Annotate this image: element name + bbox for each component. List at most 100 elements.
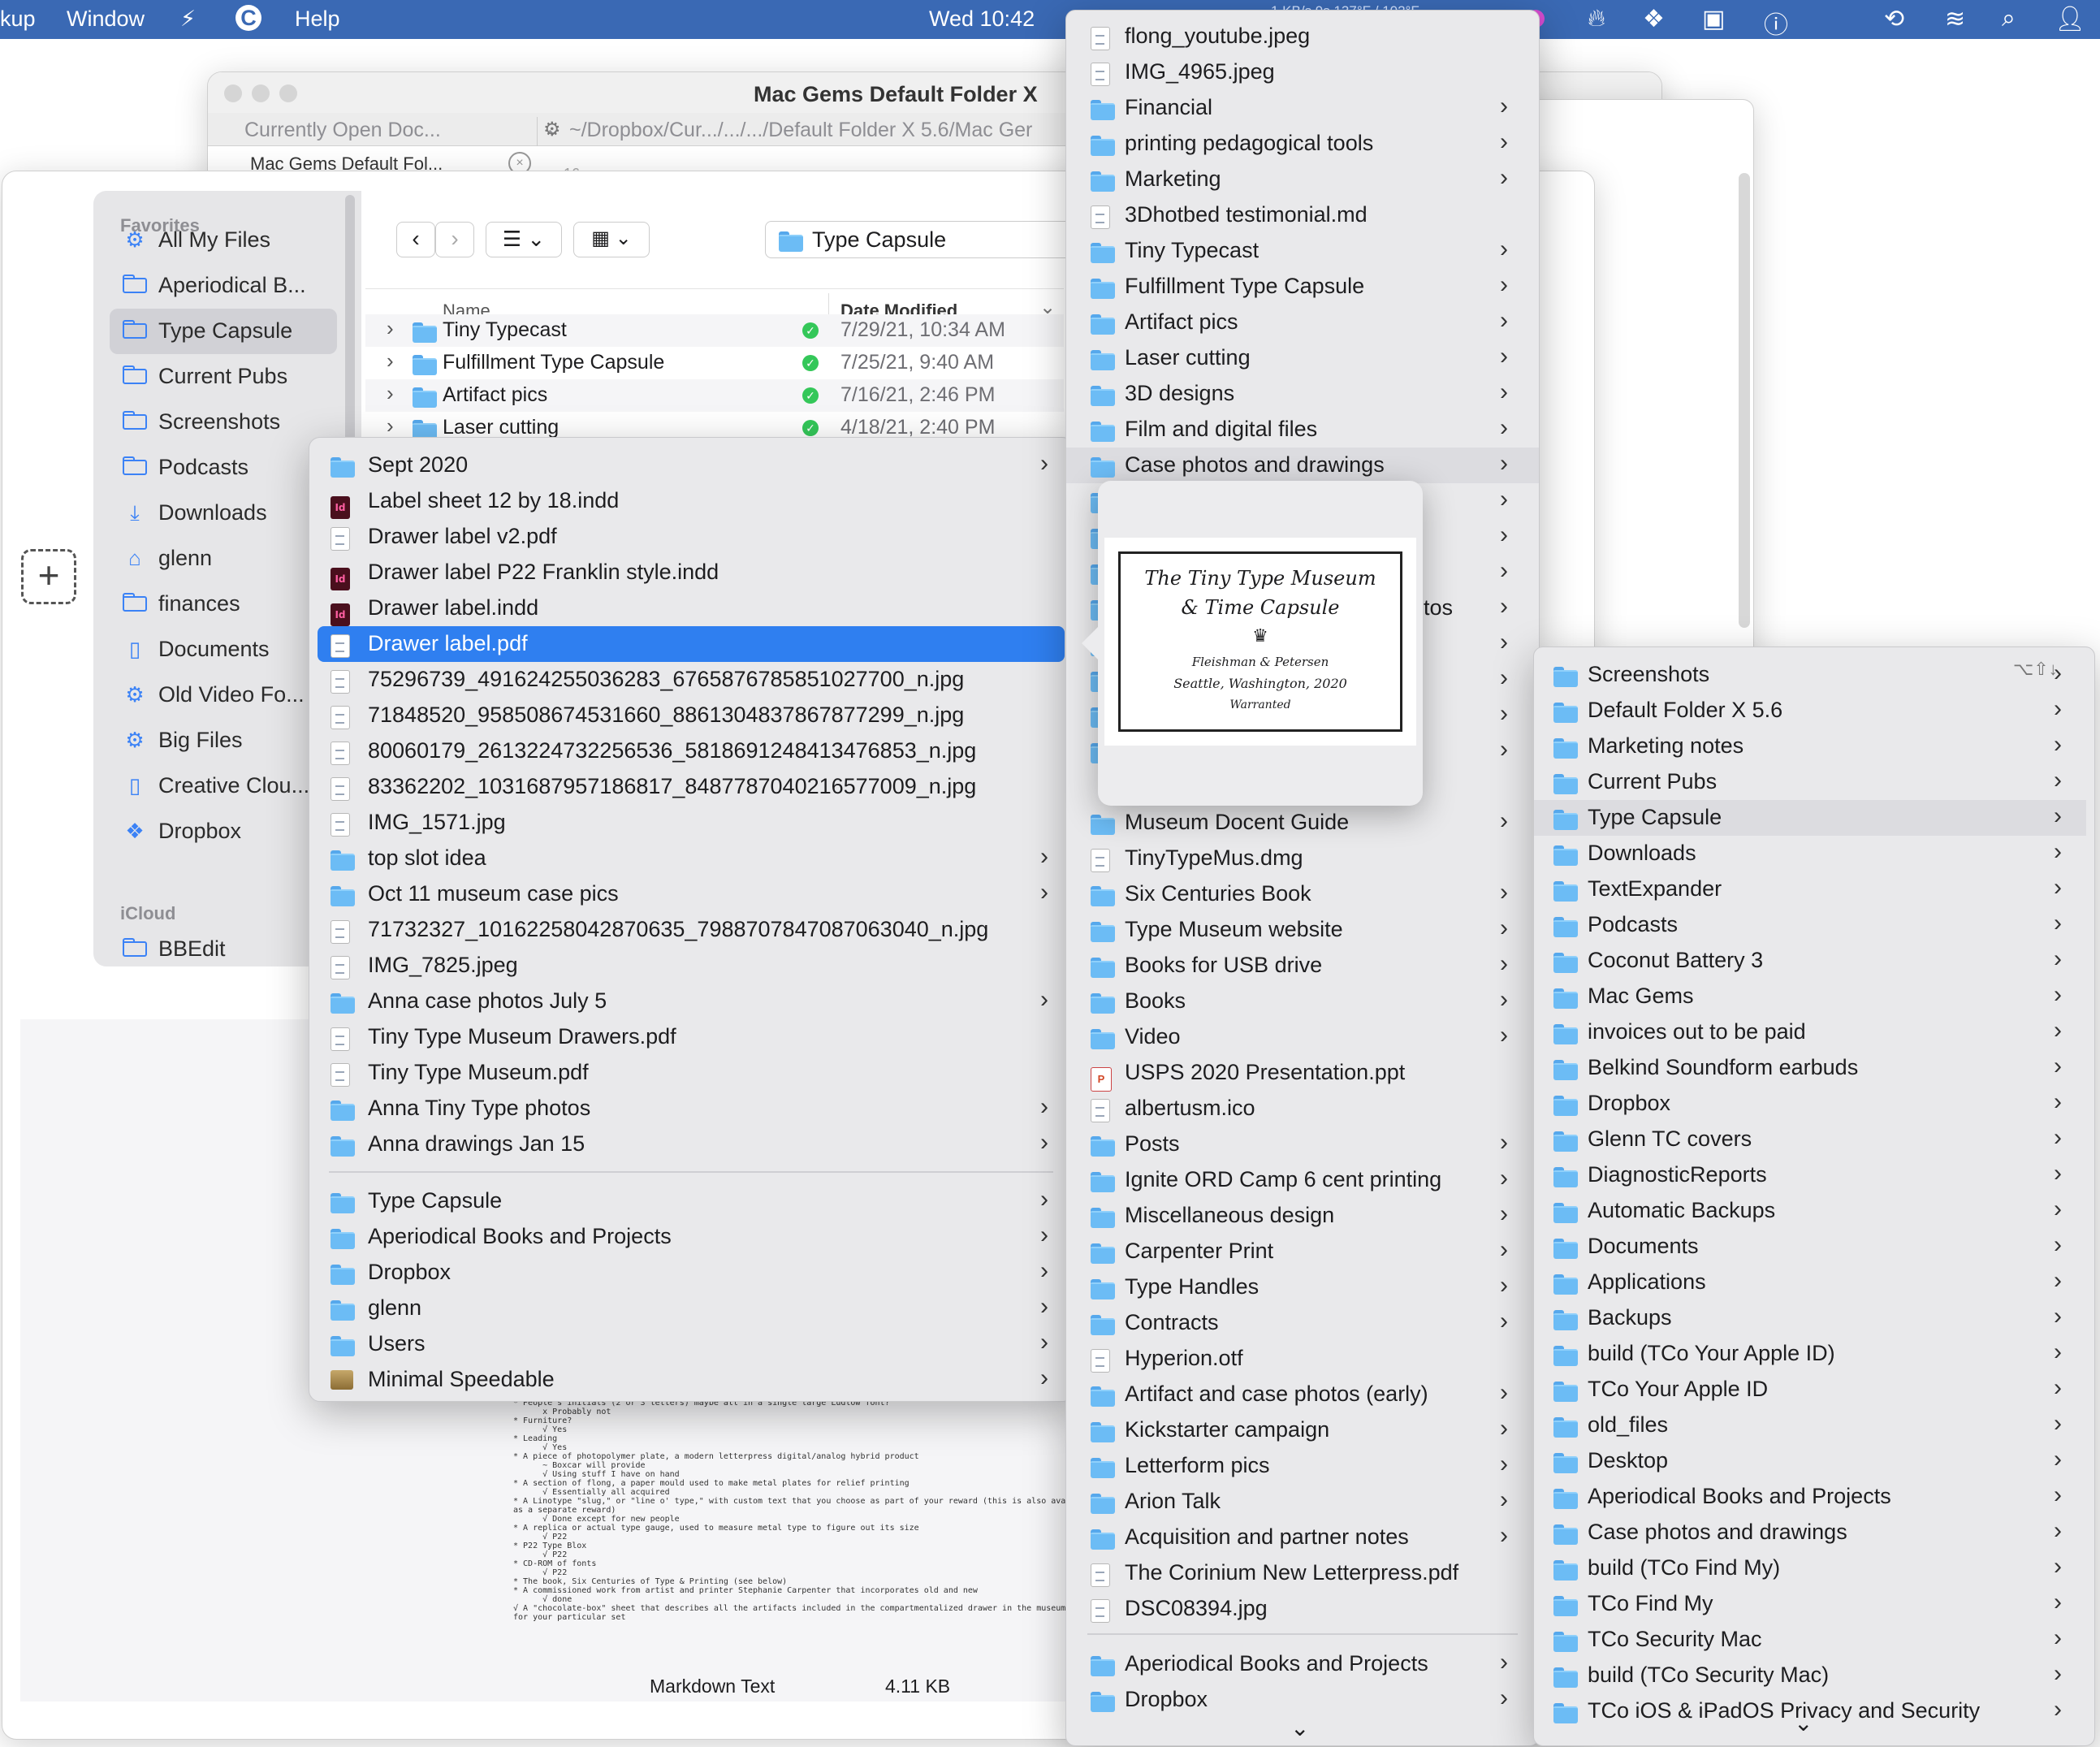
- menu-item-glenn[interactable]: glenn ›: [309, 1291, 1073, 1326]
- menu-item-anna-tiny-type-photos[interactable]: Anna Tiny Type photos ›: [309, 1091, 1073, 1126]
- menu-item-the-corinium-new-letterpress-pdf[interactable]: The Corinium New Letterpress.pdf: [1066, 1555, 1539, 1591]
- menu-item-albertusm-ico[interactable]: albertusm.ico: [1066, 1091, 1539, 1126]
- menu-item-help[interactable]: Help: [295, 6, 340, 32]
- menu-item-3dhotbed-testimonial-md[interactable]: 3Dhotbed testimonial.md: [1066, 197, 1539, 233]
- menu-item-flong-youtube-jpeg[interactable]: flong_youtube.jpeg: [1066, 19, 1539, 54]
- menu-item-aperiodical-books-and-projects[interactable]: Aperiodical Books and Projects ›: [309, 1219, 1073, 1255]
- menu-item-mac-gems[interactable]: Mac Gems ›: [1534, 979, 2086, 1014]
- menu-item-letterform-pics[interactable]: Letterform pics ›: [1066, 1448, 1539, 1484]
- menu-item-tco-your-apple-id[interactable]: TCo Your Apple ID ›: [1534, 1372, 2086, 1408]
- menu-item-dropbox[interactable]: Dropbox ›: [309, 1255, 1073, 1291]
- sidebar-item-finances[interactable]: finances: [110, 582, 337, 627]
- menu-item-books[interactable]: Books ›: [1066, 984, 1539, 1019]
- menu-item-default-folder-x-5-6[interactable]: Default Folder X 5.6 ›: [1534, 693, 2086, 729]
- gear-icon[interactable]: ⚙: [543, 118, 561, 141]
- menu-item-marketing-notes[interactable]: Marketing notes ›: [1534, 729, 2086, 764]
- menu-item-laser-cutting[interactable]: Laser cutting ›: [1066, 340, 1539, 376]
- menu-item-img-7825-jpeg[interactable]: IMG_7825.jpeg: [309, 948, 1073, 984]
- menu-item-drawer-label-p22-franklin-style-indd[interactable]: Id Drawer label P22 Franklin style.indd: [309, 555, 1073, 590]
- menu-item-drawer-label-v2-pdf[interactable]: Drawer label v2.pdf: [309, 519, 1073, 555]
- add-sidebar-icon[interactable]: +: [21, 549, 76, 604]
- menu-item-acquisition-and-partner-notes[interactable]: Acquisition and partner notes ›: [1066, 1520, 1539, 1555]
- menu-item-71732327-10162258042870635-7988707847087063040-n-jpg[interactable]: 71732327_10162258042870635_7988707847087…: [309, 912, 1073, 948]
- menu-item-build-tco-find-my[interactable]: build (TCo Find My) ›: [1534, 1550, 2086, 1586]
- menu-item-diagnosticreports[interactable]: DiagnosticReports ›: [1534, 1157, 2086, 1193]
- menu-item-tiny-type-museum-drawers-pdf[interactable]: Tiny Type Museum Drawers.pdf: [309, 1019, 1073, 1055]
- menu-item-usps-2020-presentation-ppt[interactable]: P USPS 2020 Presentation.ppt: [1066, 1055, 1539, 1092]
- menu-item-six-centuries-book[interactable]: Six Centuries Book ›: [1066, 876, 1539, 912]
- minimize-button[interactable]: [252, 84, 270, 102]
- location-popup[interactable]: Type Capsule: [765, 221, 1091, 258]
- menu-item-downloads[interactable]: Downloads ›: [1534, 836, 2086, 871]
- menu-item-screenshots[interactable]: Screenshots ›: [1534, 657, 2086, 693]
- menu-item-old-files[interactable]: old_files ›: [1534, 1408, 2086, 1443]
- menu-item-books-for-usb-drive[interactable]: Books for USB drive ›: [1066, 948, 1539, 984]
- menu-item-sept-2020[interactable]: Sept 2020 ›: [309, 448, 1073, 483]
- menu-item-artifact-and-case-photos-early[interactable]: Artifact and case photos (early) ›: [1066, 1377, 1539, 1412]
- menu-item-fulfillment-type-capsule[interactable]: Fulfillment Type Capsule ›: [1066, 269, 1539, 305]
- search-icon[interactable]: ⌕: [2002, 5, 2016, 32]
- back-button[interactable]: ‹: [396, 222, 435, 257]
- menu-item-case-photos-and-drawings[interactable]: Case photos and drawings ›: [1534, 1515, 2086, 1550]
- path-field[interactable]: ~/Dropbox/Cur.../.../.../Default Folder …: [569, 119, 1032, 142]
- sidebar-item-podcasts[interactable]: Podcasts: [110, 445, 337, 491]
- close-button[interactable]: [224, 84, 242, 102]
- menu-item-printing-pedagogical-tools[interactable]: printing pedagogical tools ›: [1066, 126, 1539, 162]
- menu-item-type-capsule[interactable]: Type Capsule ›: [309, 1183, 1073, 1219]
- menu-item-miscellaneous-design[interactable]: Miscellaneous design ›: [1066, 1198, 1539, 1234]
- menu-item-users[interactable]: Users ›: [309, 1326, 1073, 1362]
- menu-item-desktop[interactable]: Desktop ›: [1534, 1443, 2086, 1479]
- dropbox-menu-icon[interactable]: ❖: [1643, 5, 1665, 33]
- menu-item-case-photos-and-drawings[interactable]: Case photos and drawings ›: [1066, 448, 1539, 483]
- sidebar-item-big-files[interactable]: ⚙ Big Files: [110, 718, 337, 763]
- clock[interactable]: Wed 10:42: [929, 6, 1035, 32]
- menu-item-posts[interactable]: Posts ›: [1066, 1126, 1539, 1162]
- table-row[interactable]: › Artifact pics ✓ 7/16/21, 2:46 PM: [365, 379, 1064, 412]
- menu-item-documents[interactable]: Documents ›: [1534, 1229, 2086, 1265]
- menu-item-contracts[interactable]: Contracts ›: [1066, 1305, 1539, 1341]
- menu-item-podcasts[interactable]: Podcasts ›: [1534, 907, 2086, 943]
- menu-item-coconut-battery-3[interactable]: Coconut Battery 3 ›: [1534, 943, 2086, 979]
- menu-item-label-sheet-12-by-18-indd[interactable]: Id Label sheet 12 by 18.indd: [309, 483, 1073, 519]
- menu-item-tco-find-my[interactable]: TCo Find My ›: [1534, 1586, 2086, 1622]
- menu-item-aperiodical-books-and-projects[interactable]: Aperiodical Books and Projects ›: [1066, 1646, 1539, 1682]
- menu-item-type-handles[interactable]: Type Handles ›: [1066, 1269, 1539, 1305]
- table-row[interactable]: › Fulfillment Type Capsule ✓ 7/25/21, 9:40 …: [365, 347, 1064, 379]
- menu-item-drawer-label-pdf[interactable]: Drawer label.pdf: [318, 626, 1065, 662]
- time-machine-icon[interactable]: ⟲: [1884, 5, 1904, 33]
- sidebar-item-all-my-files[interactable]: ⚙ All My Files: [110, 218, 337, 263]
- menu-item-anna-drawings-jan-15[interactable]: Anna drawings Jan 15 ›: [309, 1126, 1073, 1162]
- menu-item-current-pubs[interactable]: Current Pubs ›: [1534, 764, 2086, 800]
- table-row[interactable]: › Tiny Typecast ✓ 7/29/21, 10:34 AM: [365, 314, 1064, 347]
- menu-item-anna-case-photos-july-5[interactable]: Anna case photos July 5 ›: [309, 984, 1073, 1019]
- menu-item-film-and-digital-files[interactable]: Film and digital files ›: [1066, 412, 1539, 448]
- menu-item-img-1571-jpg[interactable]: IMG_1571.jpg: [309, 805, 1073, 841]
- sidebar-item-current-pubs[interactable]: Current Pubs: [110, 354, 337, 400]
- grid-view-button[interactable]: ▦ ⌄: [573, 222, 650, 257]
- menu-item-build-tco-your-apple-id[interactable]: build (TCo Your Apple ID) ›: [1534, 1336, 2086, 1372]
- menu-item-aperiodical-books-and-projects[interactable]: Aperiodical Books and Projects ›: [1534, 1479, 2086, 1515]
- menu-item-museum-docent-guide[interactable]: Museum Docent Guide ›: [1066, 805, 1539, 841]
- sidebar-item-bbedit[interactable]: BBEdit: [110, 927, 337, 972]
- menu-item-83362202-1031687957186817-8487787040216577009-n-jpg[interactable]: 83362202_1031687957186817_84877870402165…: [309, 769, 1073, 805]
- c-app-icon[interactable]: C: [235, 5, 261, 31]
- menu-item-automatic-backups[interactable]: Automatic Backups ›: [1534, 1193, 2086, 1229]
- menu-item-type-museum-website[interactable]: Type Museum website ›: [1066, 912, 1539, 948]
- menu-item-oct-11-museum-case-pics[interactable]: Oct 11 museum case pics ›: [309, 876, 1073, 912]
- menu-item-artifact-pics[interactable]: Artifact pics ›: [1066, 305, 1539, 340]
- list-view-button[interactable]: ☰ ⌄: [486, 222, 562, 257]
- menu-item-tco-security-mac[interactable]: TCo Security Mac ›: [1534, 1622, 2086, 1658]
- menu-item-tinytypemus-dmg[interactable]: TinyTypeMus.dmg: [1066, 841, 1539, 876]
- sidebar-item-type-capsule[interactable]: Type Capsule: [110, 309, 337, 354]
- menu-item-glenn-tc-covers[interactable]: Glenn TC covers ›: [1534, 1122, 2086, 1157]
- menu-item-video[interactable]: Video ›: [1066, 1019, 1539, 1055]
- disclosure-triangle-icon[interactable]: ›: [387, 413, 394, 439]
- menu-item-dropbox[interactable]: Dropbox ›: [1534, 1086, 2086, 1122]
- menu-item-build-tco-security-mac[interactable]: build (TCo Security Mac) ›: [1534, 1658, 2086, 1693]
- menu-item-tiny-typecast[interactable]: Tiny Typecast ›: [1066, 233, 1539, 269]
- sidebar-item-aperiodical-b[interactable]: Aperiodical B...: [110, 263, 337, 309]
- disclosure-triangle-icon[interactable]: ›: [387, 316, 394, 341]
- scroll-down-icon[interactable]: ⌄: [1290, 1715, 1309, 1741]
- disclosure-triangle-icon[interactable]: ›: [387, 348, 394, 374]
- menu-item-drawer-label-indd[interactable]: Id Drawer label.indd: [309, 590, 1073, 626]
